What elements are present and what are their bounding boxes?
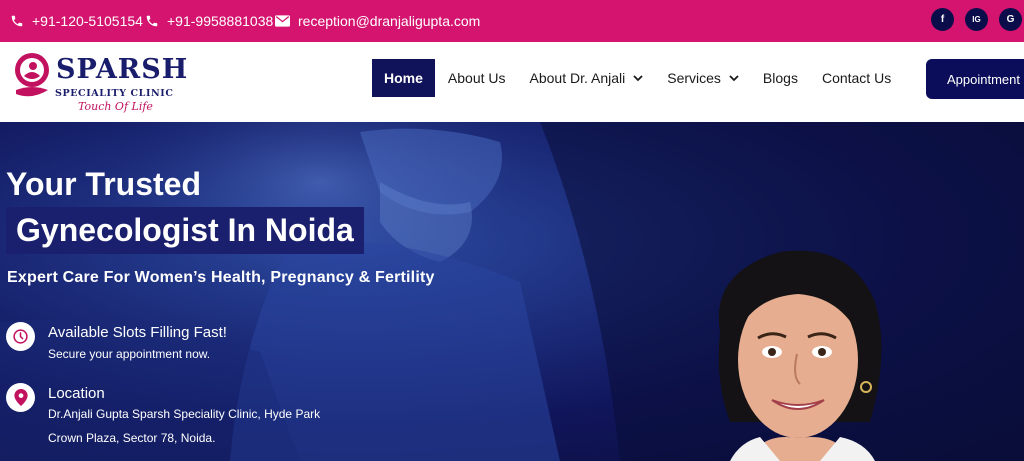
location-pin-icon — [6, 383, 35, 412]
top-contact-bar: +91-120-5105154 +91-9958881038 reception… — [0, 0, 1024, 42]
social-links: f IG G — [931, 8, 1022, 31]
clock-icon — [6, 322, 35, 351]
hero-title-line-1: Your Trusted — [6, 166, 201, 202]
location-title: Location — [48, 385, 105, 402]
instagram-icon[interactable]: IG — [965, 8, 988, 31]
nav-about-dr-anjali-label: About Dr. Anjali — [529, 70, 626, 86]
email-link[interactable]: reception@dranjaligupta.com — [275, 0, 480, 42]
slots-text: Secure your appointment now. — [48, 347, 211, 361]
logo-mother-baby-icon — [15, 53, 49, 97]
nav-services[interactable]: Services — [655, 59, 751, 97]
nav-services-label: Services — [667, 70, 721, 86]
main-nav: Home About Us About Dr. Anjali Services … — [372, 59, 903, 97]
google-icon[interactable]: G — [999, 8, 1022, 31]
facebook-icon[interactable]: f — [931, 8, 954, 31]
logo-title: SPARSH — [56, 54, 189, 85]
location-address-line-1: Dr.Anjali Gupta Sparsh Speciality Clinic… — [48, 407, 321, 421]
envelope-icon — [275, 15, 290, 27]
hero-subtitle: Expert Care For Women’s Health, Pregnanc… — [7, 269, 435, 286]
phone-link-2[interactable]: +91-9958881038 — [145, 0, 273, 42]
chevron-down-icon — [729, 74, 739, 81]
hero-section: Your Trusted Gynecologist In Noida Exper… — [0, 122, 1024, 461]
nav-home[interactable]: Home — [372, 59, 435, 97]
clinic-logo[interactable]: SPARSH SPECIALITY CLINIC Touch Of Life — [12, 48, 202, 118]
hero-title-line-2: Gynecologist In Noida — [6, 207, 364, 254]
nav-blogs[interactable]: Blogs — [751, 59, 810, 97]
appointment-button[interactable]: Appointment — [926, 59, 1024, 99]
phone-icon — [146, 15, 158, 27]
logo-subtitle: SPECIALITY CLINIC — [55, 88, 174, 99]
doctor-portrait — [718, 250, 882, 461]
email-address: reception@dranjaligupta.com — [298, 13, 481, 29]
phone-number-2: +91-9958881038 — [167, 13, 274, 29]
phone-link-1[interactable]: +91-120-5105154 — [10, 0, 143, 42]
site-header: SPARSH SPECIALITY CLINIC Touch Of Life H… — [0, 42, 1024, 122]
slots-title: Available Slots Filling Fast! — [48, 324, 227, 341]
logo-tagline: Touch Of Life — [78, 100, 153, 113]
nav-about-us[interactable]: About Us — [436, 59, 518, 97]
phone-number-1: +91-120-5105154 — [32, 13, 143, 29]
nav-about-dr-anjali[interactable]: About Dr. Anjali — [518, 59, 656, 97]
chevron-down-icon — [633, 74, 643, 81]
phone-icon — [11, 15, 23, 27]
location-address-line-2: Crown Plaza, Sector 78, Noida. — [48, 431, 216, 445]
nav-contact-us[interactable]: Contact Us — [810, 59, 903, 97]
